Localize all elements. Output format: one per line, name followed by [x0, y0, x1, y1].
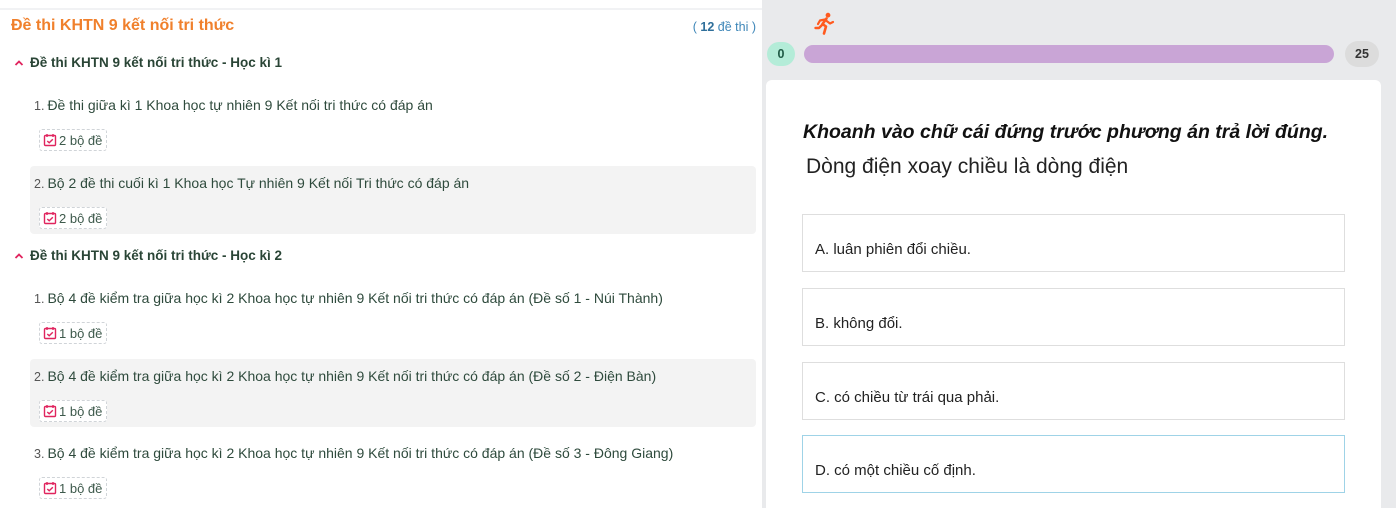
set-count-badge: 2 bộ đề	[39, 207, 108, 229]
section-header-hk2[interactable]: Đề thi KHTN 9 kết nối tri thức - Học kì …	[14, 248, 282, 263]
calendar-check-icon	[43, 482, 57, 495]
exam-item-number: 2.	[34, 370, 45, 384]
exam-item-title[interactable]: 3. Bộ 4 đề kiểm tra giữa học kì 2 Khoa họ…	[34, 445, 673, 461]
set-count-label: 1 bộ đề	[59, 325, 103, 341]
exam-item-number: 1.	[34, 292, 45, 306]
answer-option-label: B. không đổi.	[815, 315, 903, 332]
exam-item-label: Bộ 2 đề thi cuối kì 1 Khoa học Tự nhiên …	[47, 175, 470, 191]
section-title: Đề thi KHTN 9 kết nối tri thức - Học kì …	[30, 55, 283, 70]
calendar-check-icon	[43, 327, 57, 340]
set-count-badge: 1 bộ đề	[39, 400, 108, 422]
set-count-label: 1 bộ đề	[59, 403, 103, 419]
exam-item[interactable]: 1. Bộ 4 đề kiểm tra giữa học kì 2 Khoa họ…	[30, 281, 756, 349]
exam-count-value: 12	[700, 20, 715, 34]
section-title: Đề thi KHTN 9 kết nối tri thức - Học kì …	[30, 248, 283, 263]
calendar-check-icon	[43, 212, 57, 225]
exam-item-label: Bộ 4 đề kiểm tra giữa học kì 2 Khoa học …	[47, 368, 657, 384]
exam-list-panel: Đề thi KHTN 9 kết nối tri thức ( 12 đề t…	[0, 0, 762, 508]
section-header-hk1[interactable]: Đề thi KHTN 9 kết nối tri thức - Học kì …	[14, 55, 282, 70]
top-divider	[0, 8, 762, 10]
set-count-badge: 2 bộ đề	[39, 129, 108, 151]
progress-bar	[804, 45, 1334, 63]
exam-item-title[interactable]: 2. Bộ 4 đề kiểm tra giữa học kì 2 Khoa họ…	[34, 368, 656, 384]
chevron-up-icon	[14, 58, 24, 68]
exam-item-title[interactable]: 2. Bộ 2 đề thi cuối kì 1 Khoa học Tự nhiê…	[34, 175, 469, 191]
question-instruction: Khoanh vào chữ cái đứng trước phương án …	[803, 121, 1329, 143]
exam-item[interactable]: 2. Bộ 4 đề kiểm tra giữa học kì 2 Khoa họ…	[30, 359, 756, 427]
exam-item-title[interactable]: 1. Bộ 4 đề kiểm tra giữa học kì 2 Khoa họ…	[34, 290, 663, 306]
exam-item-label: Đề thi giữa kì 1 Khoa học tự nhiên 9 Kết…	[47, 97, 433, 113]
question-card: Khoanh vào chữ cái đứng trước phương án …	[766, 80, 1381, 508]
total-questions: 25	[1345, 41, 1379, 67]
quiz-panel: 0 25 Khoanh vào chữ cái đứng trước phươn…	[762, 0, 1396, 508]
exam-item[interactable]: 1. Đề thi giữa kì 1 Khoa học tự nhiên 9 K…	[30, 88, 756, 156]
exam-item-label: Bộ 4 đề kiểm tra giữa học kì 2 Khoa học …	[47, 290, 663, 306]
set-count-label: 2 bộ đề	[59, 132, 103, 148]
exam-item-label: Bộ 4 đề kiểm tra giữa học kì 2 Khoa học …	[47, 445, 674, 461]
answer-option-b[interactable]: B. không đổi.	[802, 288, 1345, 346]
calendar-check-icon	[43, 405, 57, 418]
runner-icon	[814, 12, 835, 35]
answer-option-a[interactable]: A. luân phiên đổi chiều.	[802, 214, 1345, 272]
answer-option-label: C. có chiều từ trái qua phải.	[815, 389, 1000, 406]
panel-title: Đề thi KHTN 9 kết nối tri thức	[11, 17, 235, 34]
set-count-badge: 1 bộ đề	[39, 477, 108, 499]
set-count-label: 2 bộ đề	[59, 210, 103, 226]
exam-item-number: 2.	[34, 177, 45, 191]
answer-option-label: D. có một chiều cố định.	[815, 462, 976, 479]
exam-count-suffix: đề thi )	[714, 20, 756, 34]
answer-option-label: A. luân phiên đổi chiều.	[815, 241, 971, 258]
answer-option-d[interactable]: D. có một chiều cố định.	[802, 435, 1345, 493]
calendar-check-icon	[43, 134, 57, 147]
set-count-label: 1 bộ đề	[59, 480, 103, 496]
exam-item-number: 1.	[34, 99, 45, 113]
screen: Đề thi KHTN 9 kết nối tri thức ( 12 đề t…	[0, 0, 1396, 508]
exam-item[interactable]: 3. Bộ 4 đề kiểm tra giữa học kì 2 Khoa họ…	[30, 436, 756, 504]
exam-item[interactable]: 2. Bộ 2 đề thi cuối kì 1 Khoa học Tự nhiê…	[30, 166, 756, 234]
chevron-up-icon	[14, 251, 24, 261]
exam-item-number: 3.	[34, 447, 45, 461]
exam-count: ( 12 đề thi )	[693, 20, 756, 34]
question-text: Dòng điện xoay chiều là dòng điện	[806, 155, 1129, 178]
set-count-badge: 1 bộ đề	[39, 322, 108, 344]
current-score: 0	[767, 42, 795, 66]
exam-item-title[interactable]: 1. Đề thi giữa kì 1 Khoa học tự nhiên 9 K…	[34, 97, 433, 113]
answer-option-c[interactable]: C. có chiều từ trái qua phải.	[802, 362, 1345, 420]
